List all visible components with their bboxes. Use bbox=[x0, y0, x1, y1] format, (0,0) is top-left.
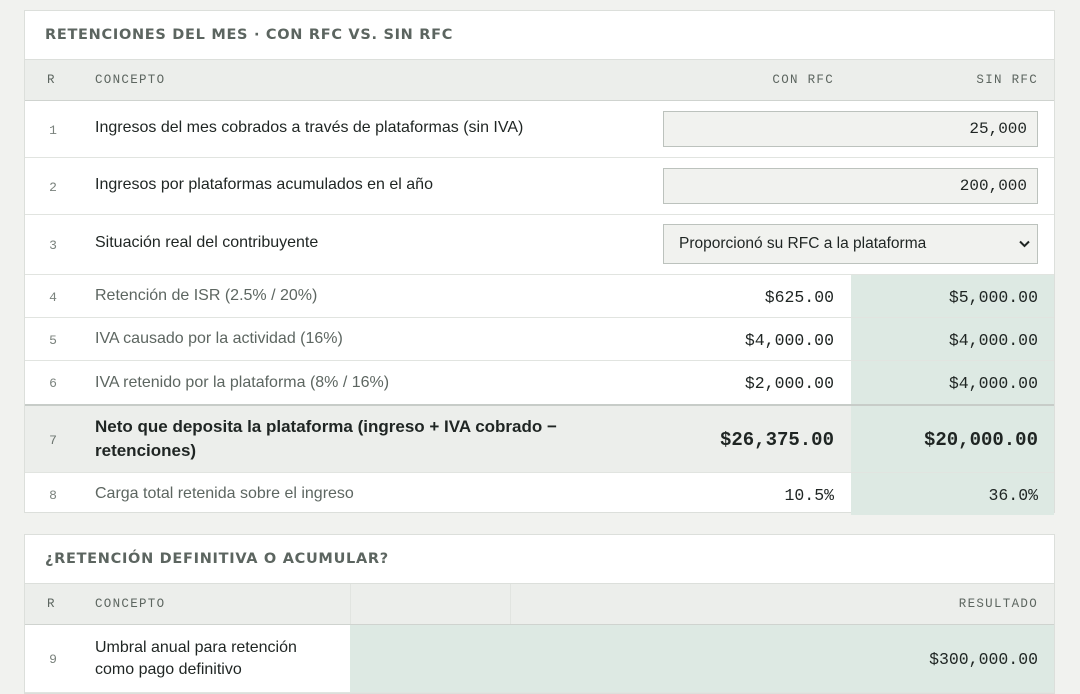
row-concept: Retención de ISR (2.5% / 20%) bbox=[95, 287, 318, 304]
table-header: R CONCEPTO CON RFC SIN RFC bbox=[25, 59, 1054, 101]
table-row: 3 Situación real del contribuyente Propo… bbox=[25, 215, 1054, 275]
table-row: 1 Ingresos del mes cobrados a través de … bbox=[25, 101, 1054, 158]
row-concept: IVA retenido por la plataforma (8% / 16%… bbox=[95, 373, 390, 391]
header-con-rfc: CON RFC bbox=[772, 73, 834, 87]
value-con-rfc: $625.00 bbox=[764, 287, 834, 307]
chevron-down-icon bbox=[1017, 225, 1031, 263]
row-number: 4 bbox=[49, 289, 57, 305]
column-divider bbox=[350, 584, 351, 624]
result-value: $300,000.00 bbox=[929, 650, 1038, 669]
header-r: R bbox=[47, 597, 56, 611]
row-number: 7 bbox=[49, 432, 57, 448]
row-number: 2 bbox=[49, 179, 57, 195]
table-row: 2 Ingresos por plataformas acumulados en… bbox=[25, 158, 1054, 215]
row-number: 5 bbox=[49, 332, 57, 348]
select-value: Proporcionó su RFC a la plataforma bbox=[679, 235, 927, 252]
monthly-income-input[interactable]: 25,000 bbox=[663, 111, 1038, 147]
value-sin-rfc: $4,000.00 bbox=[948, 374, 1038, 393]
value-con-rfc: $2,000.00 bbox=[744, 374, 834, 393]
header-concept: CONCEPTO bbox=[95, 597, 166, 611]
row-concept: Carga total retenida sobre el ingreso bbox=[95, 485, 354, 502]
value-con-rfc: $4,000.00 bbox=[744, 330, 834, 350]
row-concept: Umbral anual para retención como pago de… bbox=[95, 638, 297, 678]
total-row: 7 Neto que deposita la plataforma (ingre… bbox=[25, 404, 1054, 473]
header-r: R bbox=[47, 73, 56, 87]
value-con-rfc: 10.5% bbox=[784, 485, 834, 505]
row-concept: Situación real del contribuyente bbox=[95, 233, 319, 251]
row-number: 6 bbox=[49, 376, 57, 391]
value-sin-rfc: $4,000.00 bbox=[948, 330, 1038, 350]
row-number: 8 bbox=[49, 487, 57, 503]
row-number: 9 bbox=[49, 652, 57, 667]
definitive-withholding-panel: ¿RETENCIÓN DEFINITIVA O ACUMULAR? R CONC… bbox=[24, 534, 1055, 694]
row-number: 3 bbox=[49, 238, 57, 253]
table-row: 4 Retención de ISR (2.5% / 20%) $625.00 … bbox=[25, 275, 1054, 318]
value-sin-rfc: $5,000.00 bbox=[948, 287, 1038, 307]
row-number: 1 bbox=[49, 122, 57, 138]
table-row: 6 IVA retenido por la plataforma (8% / 1… bbox=[25, 361, 1054, 404]
value-con-rfc: $26,375.00 bbox=[719, 429, 834, 451]
column-divider bbox=[510, 584, 511, 624]
row-concept: IVA causado por la actividad (16%) bbox=[95, 330, 343, 347]
panel-title: ¿RETENCIÓN DEFINITIVA O ACUMULAR? bbox=[45, 551, 389, 567]
row-concept: Neto que deposita la plataforma (ingreso… bbox=[95, 417, 557, 460]
value-sin-rfc: 36.0% bbox=[988, 485, 1038, 505]
value-sin-rfc: $20,000.00 bbox=[923, 429, 1038, 451]
table-header: R CONCEPTO RESULTADO bbox=[25, 583, 1054, 625]
table-row: 5 IVA causado por la actividad (16%) $4,… bbox=[25, 318, 1054, 361]
annual-income-input[interactable]: 200,000 bbox=[663, 168, 1038, 204]
table-row: 8 Carga total retenida sobre el ingreso … bbox=[25, 473, 1054, 515]
row-concept: Ingresos por plataformas acumulados en e… bbox=[95, 176, 433, 193]
withholdings-panel: RETENCIONES DEL MES · CON RFC VS. SIN RF… bbox=[24, 10, 1055, 515]
taxpayer-status-select[interactable]: Proporcionó su RFC a la plataforma bbox=[663, 224, 1038, 264]
header-result: RESULTADO bbox=[958, 597, 1038, 611]
table-row: 9 Umbral anual para retención como pago … bbox=[25, 625, 1054, 693]
header-sin-rfc: SIN RFC bbox=[976, 73, 1038, 87]
panel-title: RETENCIONES DEL MES · CON RFC VS. SIN RF… bbox=[45, 27, 454, 43]
header-concept: CONCEPTO bbox=[95, 73, 166, 87]
row-concept: Ingresos del mes cobrados a través de pl… bbox=[95, 119, 524, 136]
